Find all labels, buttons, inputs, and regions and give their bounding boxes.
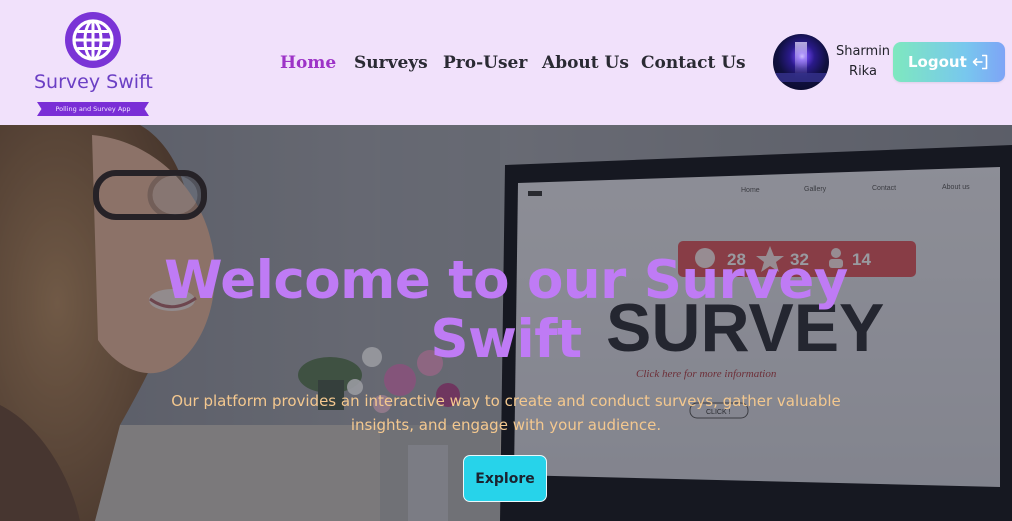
hero-section: Home Gallery Contact About us 28 32 14 S… (0, 125, 1012, 521)
user-avatar[interactable] (773, 34, 829, 90)
nav-home[interactable]: Home (280, 49, 336, 77)
user-name: Sharmin Rika (834, 42, 892, 82)
nav-about-us[interactable]: About Us (542, 49, 629, 77)
avatar-stage (773, 73, 829, 82)
logout-button[interactable]: Logout (893, 42, 1005, 82)
navbar: Survey Swift Polling and Survey App Home… (0, 0, 1012, 125)
logout-icon (972, 54, 988, 70)
explore-button[interactable]: Explore (463, 455, 547, 502)
logout-label: Logout (908, 53, 967, 71)
nav-contact-us[interactable]: Contact Us (641, 49, 746, 77)
brand-name: Survey Swift (34, 71, 153, 93)
brand-tagline: Polling and Survey App (37, 102, 149, 116)
user-last-name: Rika (849, 64, 877, 79)
hero-subtitle: Our platform provides an interactive way… (171, 392, 841, 434)
user-first-name: Sharmin (835, 44, 891, 59)
globe-icon (65, 12, 121, 68)
brand-logo[interactable]: Survey Swift Polling and Survey App (34, 11, 153, 118)
nav-surveys[interactable]: Surveys (354, 49, 428, 77)
hero-title: Welcome to our Survey Swift (164, 250, 848, 370)
nav-pro-user[interactable]: Pro-User (443, 49, 527, 77)
